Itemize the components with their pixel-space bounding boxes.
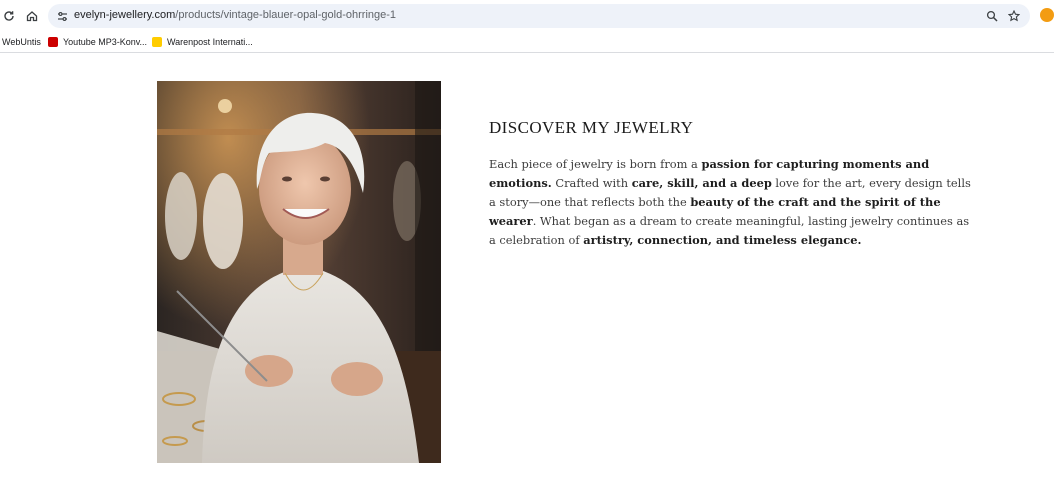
browser-toolbar: evelyn-jewellery.com/products/vintage-bl… [0,0,1054,32]
bookmark-youtube-mp3[interactable]: Youtube MP3-Konv... [48,35,147,49]
bookmark-warenpost[interactable]: Warenpost Internati... [152,35,253,49]
bookmark-label: WebUntis [2,37,41,47]
url-path: /products/vintage-blauer-opal-gold-ohrri… [175,9,397,21]
address-bar[interactable]: evelyn-jewellery.com/products/vintage-bl… [48,4,1030,28]
zoom-icon[interactable] [984,8,1000,24]
url-host: evelyn-jewellery.com [74,9,176,21]
about-paragraph: Each piece of jewelry is born from a pas… [489,155,979,250]
youtube-icon [48,37,58,47]
profile-avatar-icon[interactable] [1040,8,1054,22]
bookmark-webuntis[interactable]: WebUntis [2,35,41,49]
bookmark-label: Warenpost Internati... [167,37,253,47]
reload-icon[interactable] [1,8,17,24]
jeweler-portrait-image [157,81,441,463]
bookmark-star-icon[interactable] [1006,8,1022,24]
paragraph-emphasis: artistry, connection, and timeless elega… [583,233,862,247]
paragraph-emphasis: care, skill, and a deep [631,176,772,190]
url-text: evelyn-jewellery.com/products/vintage-bl… [74,9,396,21]
paragraph-text: Crafted with [551,176,632,190]
about-section: DISCOVER MY JEWELRY Each piece of jewelr… [489,118,979,250]
home-icon[interactable] [24,8,40,24]
bookmark-label: Youtube MP3-Konv... [63,37,148,47]
bookmarks-bar: WebUntis Youtube MP3-Konv... Warenpost I… [0,32,1054,53]
section-heading: DISCOVER MY JEWELRY [489,118,694,137]
post-icon [152,37,162,47]
paragraph-text: Each piece of jewelry is born from a [489,157,702,171]
site-info-icon[interactable] [54,8,70,24]
